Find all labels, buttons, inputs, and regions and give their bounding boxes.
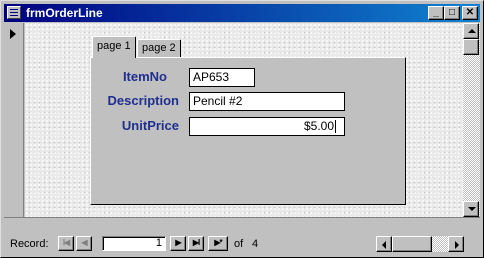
current-record-input[interactable]: 1 (102, 236, 166, 251)
form-client-area: page 1 page 2 ItemNo AP653 Description P… (4, 23, 480, 255)
form-detail-section: page 1 page 2 ItemNo AP653 Description P… (25, 23, 463, 217)
text-caret (335, 120, 336, 134)
tab-page-2[interactable]: page 2 (137, 39, 181, 57)
first-record-button[interactable]: I◀ (58, 236, 74, 251)
tab-page-background: ItemNo AP653 Description Pencil #2 UnitP… (91, 58, 405, 204)
scroll-right-button[interactable] (448, 236, 464, 252)
last-record-button[interactable]: ▶I (188, 236, 204, 251)
record-label: Record: (10, 238, 49, 250)
vertical-scroll-thumb[interactable] (463, 39, 479, 55)
description-label: Description (107, 93, 179, 108)
record-selector[interactable] (4, 23, 24, 217)
unit-price-label: UnitPrice (121, 118, 179, 133)
tab-page-content: ItemNo AP653 Description Pencil #2 UnitP… (90, 57, 406, 205)
next-record-button[interactable]: ▶ (170, 236, 186, 251)
record-count: 4 (252, 238, 259, 250)
arrow-up-icon (468, 29, 476, 33)
description-field[interactable]: Pencil #2 (189, 92, 345, 111)
item-no-field[interactable]: AP653 (189, 68, 255, 87)
form-icon[interactable] (7, 6, 21, 19)
maximize-button[interactable]: □ (444, 6, 460, 20)
tab-page-1[interactable]: page 1 (92, 36, 136, 58)
minimize-button[interactable]: _ (428, 6, 444, 20)
form-footer-band (4, 217, 480, 235)
record-of-label: of (234, 238, 244, 250)
record-navigation-bar: Record: I◀ ◀ 1 ▶ ▶I ▶* of 4 (4, 235, 480, 253)
current-record-arrow-icon (10, 29, 16, 39)
horizontal-scroll-thumb[interactable] (392, 236, 432, 252)
window-title: frmOrderLine (26, 6, 103, 20)
scroll-down-button[interactable] (463, 201, 479, 217)
scroll-left-button[interactable] (376, 236, 392, 252)
previous-record-button[interactable]: ◀ (76, 236, 92, 251)
close-button[interactable]: ✕ (462, 6, 478, 20)
horizontal-scrollbar[interactable] (376, 236, 464, 252)
description-value: Pencil #2 (193, 94, 243, 108)
item-no-label: ItemNo (122, 69, 167, 84)
arrow-down-icon (468, 207, 476, 211)
form-window: frmOrderLine _ □ ✕ page 1 page 2 ItemNo … (0, 0, 484, 258)
tab-control: page 1 page 2 ItemNo AP653 Description P… (90, 36, 406, 205)
title-bar[interactable]: frmOrderLine _ □ ✕ (4, 4, 480, 22)
item-no-value: AP653 (193, 70, 230, 84)
new-record-button[interactable]: ▶* (208, 236, 228, 251)
vertical-scrollbar[interactable] (463, 23, 480, 217)
size-grip[interactable] (464, 236, 480, 252)
arrow-right-icon (455, 241, 459, 249)
arrow-left-icon (382, 241, 386, 249)
unit-price-value: $5.00 (303, 119, 334, 133)
scroll-up-button[interactable] (463, 23, 479, 39)
unit-price-field[interactable]: $5.00 (189, 117, 345, 136)
